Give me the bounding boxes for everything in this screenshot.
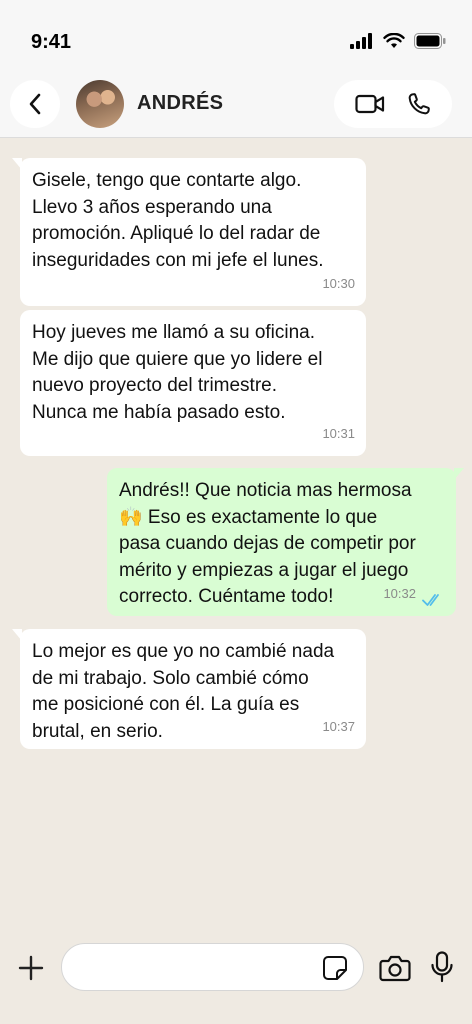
call-actions [334, 80, 452, 128]
message-time: 10:37 [322, 718, 355, 734]
wifi-icon [383, 33, 405, 48]
mic-icon[interactable] [431, 951, 453, 983]
message-time: 10:30 [322, 275, 355, 291]
phone-icon[interactable] [407, 92, 431, 116]
bubble-tail [12, 629, 22, 641]
message-bubble-incoming[interactable]: Hoy jueves me llamó a su oficina. Me dij… [20, 310, 366, 456]
message-time: 10:31 [322, 425, 355, 441]
message-bubble-incoming[interactable]: Gisele, tengo que contarte algo. Llevo 3… [12, 158, 366, 306]
status-bar: 9:41 [0, 0, 472, 80]
message-text: Hoy jueves me llamó a su oficina. Me dij… [32, 322, 323, 423]
bubble-tail [454, 468, 464, 480]
avatar[interactable] [76, 80, 124, 128]
chat-header: ANDRÉS [0, 80, 472, 138]
status-time: 9:41 [31, 31, 72, 53]
back-icon [29, 93, 41, 115]
read-ticks-icon [422, 594, 439, 606]
composer-bar [0, 936, 472, 1024]
video-call-icon[interactable] [355, 94, 385, 114]
contact-name[interactable]: ANDRÉS [137, 92, 223, 115]
sticker-icon[interactable] [322, 955, 348, 981]
message-time: 10:32 [383, 585, 416, 601]
camera-icon[interactable] [379, 953, 411, 983]
message-input[interactable] [61, 943, 364, 991]
plus-icon[interactable] [17, 954, 45, 982]
message-bubble-incoming[interactable]: Lo mejor es que yo no cambié nada de mi … [12, 629, 366, 749]
status-icons [350, 33, 446, 49]
back-button[interactable] [10, 80, 60, 128]
message-text: Lo mejor es que yo no cambié nada de mi … [32, 641, 335, 742]
battery-icon [414, 33, 446, 49]
signal-icon [350, 33, 372, 49]
bubble-tail [12, 158, 22, 170]
message-text: Gisele, tengo que contarte algo. Llevo 3… [32, 170, 324, 271]
message-bubble-outgoing[interactable]: Andrés!! Que noticia mas hermosa 🙌 Eso e… [107, 468, 464, 616]
